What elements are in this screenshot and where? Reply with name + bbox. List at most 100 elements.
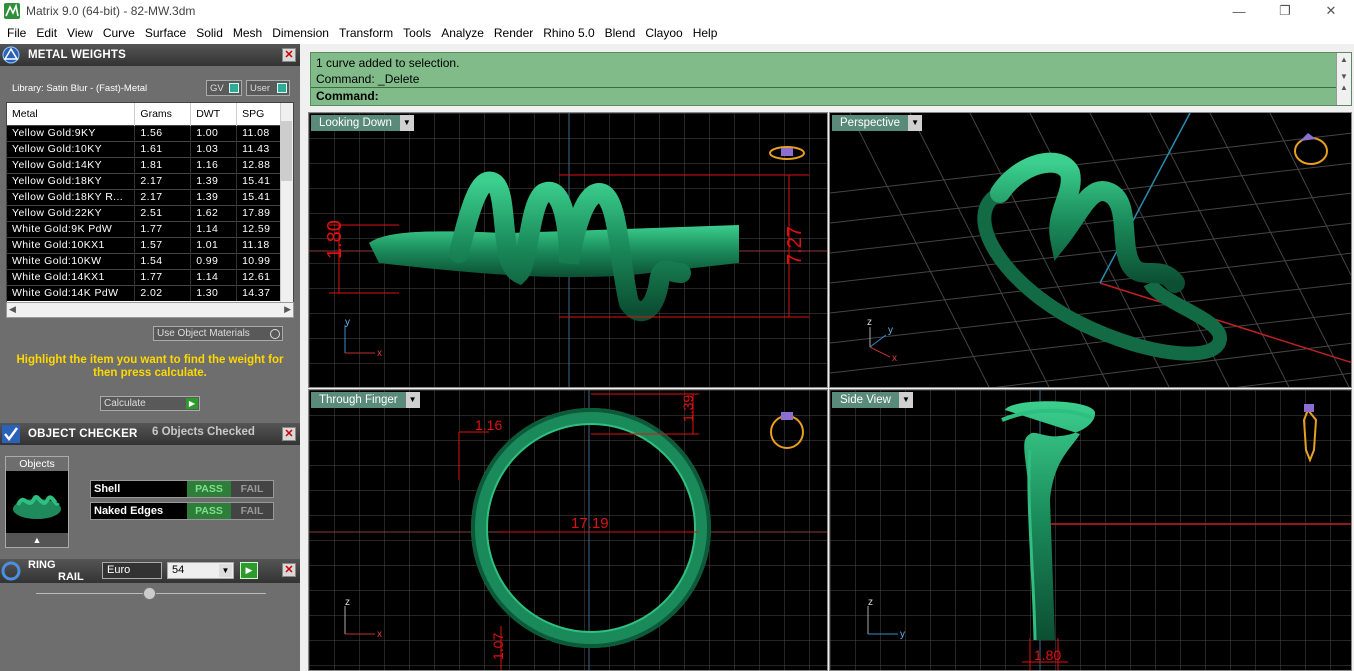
close-window-button[interactable]: ✕ [1308,0,1354,22]
menu-help[interactable]: Help [688,26,723,40]
menu-analyze[interactable]: Analyze [436,26,489,40]
col-dwt[interactable]: DWT [190,103,238,125]
close-ring-rail-icon[interactable]: ✕ [282,563,296,577]
viewport-tab-through-finger[interactable]: Through Finger ▼ [311,392,420,408]
menu-blend[interactable]: Blend [600,26,641,40]
scroll-expand-icon[interactable]: ▲ [1337,83,1351,92]
ring-rail-slider-handle[interactable] [143,587,156,600]
objects-preview[interactable]: Objects ▲ [5,456,69,548]
cell: 15.41 [236,172,282,189]
menu-curve[interactable]: Curve [98,26,140,40]
scroll-up-icon[interactable]: ▲ [1337,55,1351,64]
menu-rhino[interactable]: Rhino 5.0 [538,26,599,40]
app-logo-icon [4,3,20,19]
table-row[interactable]: Yellow Gold:18KY 2.17 1.39 15.41 [7,172,282,189]
menu-surface[interactable]: Surface [140,26,191,40]
table-row[interactable]: White Gold:10KW 1.54 0.99 10.99 [7,252,282,269]
chevron-down-icon[interactable]: ▼ [399,115,414,131]
viewport-tab-perspective[interactable]: Perspective ▼ [832,115,923,131]
table-row[interactable]: Yellow Gold:10KY 1.61 1.03 11.43 [7,140,282,157]
minimize-button[interactable]: — [1216,0,1262,22]
cell: 1.39 [190,172,238,189]
title-bar: Matrix 9.0 (64-bit) - 82-MW.3dm — ❐ ✕ [0,0,1354,22]
menu-view[interactable]: View [62,26,98,40]
chevron-down-icon[interactable]: ▼ [405,392,420,408]
col-spg[interactable]: SPG [236,103,282,125]
viewport-tab-looking-down[interactable]: Looking Down ▼ [311,115,414,131]
cell: White Gold:10KX1 [7,236,136,253]
ring-size-select[interactable]: 54 ▼ [167,562,234,579]
cell: Yellow Gold:22KY [7,204,136,221]
ring-standard-field[interactable]: Euro [102,562,162,579]
scroll-down-icon[interactable]: ▼ [1337,72,1351,81]
scroll-right-icon[interactable]: ▶ [284,304,291,315]
menu-edit[interactable]: Edit [31,26,62,40]
cell: 1.77 [134,268,192,285]
menu-tools[interactable]: Tools [398,26,436,40]
viewport-label: Perspective [840,117,901,129]
naked-edges-check-label: Naked Edges [94,505,164,517]
chevron-down-icon[interactable]: ▼ [898,392,913,408]
menu-clayoo[interactable]: Clayoo [640,26,687,40]
menu-transform[interactable]: Transform [334,26,398,40]
col-grams[interactable]: Grams [134,103,192,125]
side-view-canvas: 1.80 z y [830,390,1351,670]
cell: 1.30 [190,284,238,301]
cell: Yellow Gold:18KY R... [7,188,136,205]
cell: 1.14 [190,268,238,285]
maximize-button[interactable]: ❐ [1262,0,1308,22]
viewport-tab-side-view[interactable]: Side View ▼ [832,392,913,408]
ring-rail-title-2: RAIL [58,571,84,583]
table-vertical-scrollbar[interactable] [280,103,293,317]
naked-edges-pass-indicator: PASS [187,503,231,519]
table-row[interactable]: White Gold:14KX1 1.77 1.14 12.61 [7,268,282,285]
scale-icon [0,44,22,66]
library-label: Library: Satin Blur - (Fast)-Metal [12,83,148,94]
user-label: User [250,82,271,94]
menu-render[interactable]: Render [489,26,538,40]
scroll-left-icon[interactable]: ◀ [9,304,16,315]
cell: 1.16 [190,156,238,173]
menu-solid[interactable]: Solid [191,26,228,40]
menu-dimension[interactable]: Dimension [267,26,334,40]
expand-up-icon[interactable]: ▲ [6,533,68,547]
chevron-down-icon[interactable]: ▼ [219,564,232,577]
scroll-thumb[interactable] [281,121,292,181]
command-history-line-1: 1 curve added to selection. [316,56,460,70]
close-metal-weights-icon[interactable]: ✕ [282,48,296,62]
table-row[interactable]: Yellow Gold:9KY 1.56 1.00 11.08 [7,124,282,141]
dim-label: 1.80 [324,220,346,259]
table-row[interactable]: Yellow Gold:18KY R... 2.17 1.39 15.41 [7,188,282,205]
table-horizontal-scrollbar[interactable]: ◀ ▶ [6,302,294,318]
viewport-label: Through Finger [319,394,398,406]
command-scrollbar[interactable]: ▲ ▼ ▲ [1336,53,1351,105]
dim-label: 1.07 [490,633,506,660]
naked-edges-fail-indicator: FAIL [231,503,273,519]
col-metal[interactable]: Metal [7,103,136,125]
table-row[interactable]: White Gold:14K PdW 2.02 1.30 14.37 [7,284,282,301]
cell: Yellow Gold:10KY [7,140,136,157]
table-row[interactable]: Yellow Gold:22KY 2.51 1.62 17.89 [7,204,282,221]
table-row[interactable]: Yellow Gold:14KY 1.81 1.16 12.88 [7,156,282,173]
table-row[interactable]: White Gold:10KX1 1.57 1.01 11.18 [7,236,282,253]
chevron-down-icon[interactable]: ▼ [908,115,923,131]
table-row[interactable]: White Gold:9K PdW 1.77 1.14 12.59 [7,220,282,237]
viewport-through-finger[interactable]: Through Finger ▼ 17.19 1.16 1.39 1.07 z x [308,389,828,671]
left-panel: METAL WEIGHTS ✕ Library: Satin Blur - (F… [0,44,300,671]
viewport-side-view[interactable]: Side View ▼ 1.80 z y [829,389,1352,671]
use-object-materials-option[interactable]: Use Object Materials [153,326,283,341]
calculate-button[interactable]: Calculate ▶ [100,396,200,411]
cell: 1.54 [134,252,192,269]
shell-fail-indicator: FAIL [231,481,273,497]
close-object-checker-icon[interactable]: ✕ [282,427,296,441]
menu-mesh[interactable]: Mesh [228,26,267,40]
user-toggle[interactable]: User [246,80,290,96]
ring-rail-go-button[interactable]: ▶ [240,562,258,579]
dim-label: 1.39 [680,395,696,422]
shell-check-row: Shell PASS FAIL [90,480,274,498]
viewport-looking-down[interactable]: Looking Down ▼ 1.80 7.27 y x [308,112,828,388]
command-input[interactable]: Command: [311,87,1337,105]
gv-toggle[interactable]: GV [206,80,242,96]
viewport-perspective[interactable]: Perspective ▼ z y x [829,112,1352,388]
menu-file[interactable]: File [2,26,31,40]
